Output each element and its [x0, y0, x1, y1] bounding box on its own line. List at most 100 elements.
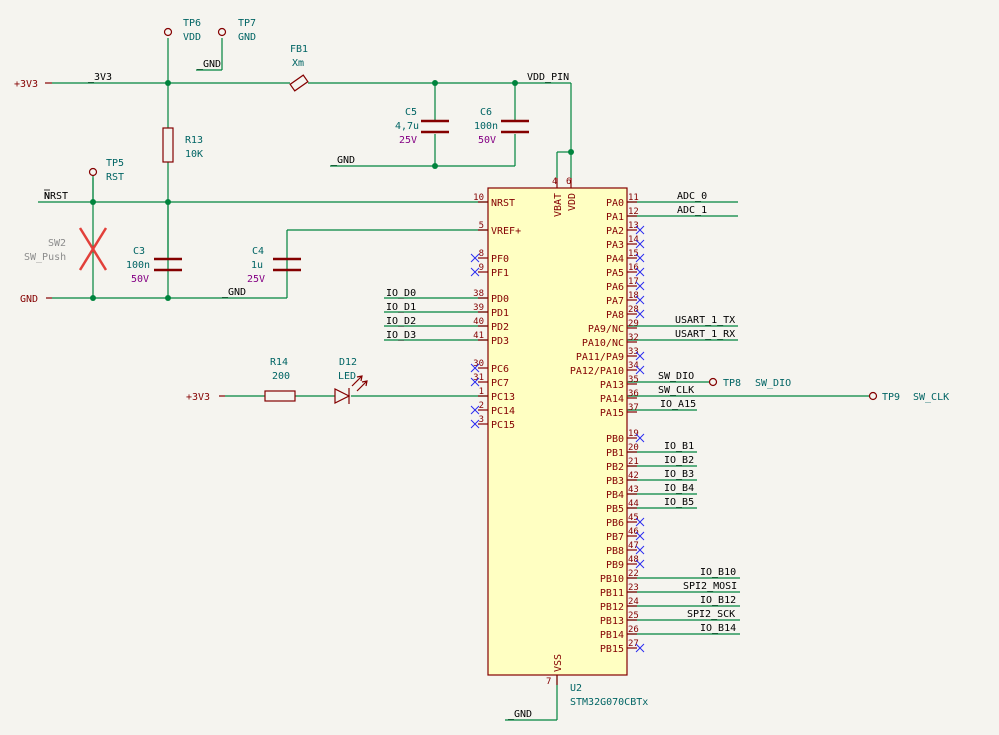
- pin-label: PC14: [491, 406, 515, 417]
- net-label-io-b14: IO_B14: [700, 623, 736, 634]
- svg-text:LED: LED: [338, 371, 356, 382]
- pin-number: 1: [479, 387, 484, 397]
- pin-number: 29: [628, 319, 639, 329]
- svg-text:1u: 1u: [251, 260, 263, 271]
- capacitor-c4[interactable]: C4 1u 25V: [247, 246, 301, 285]
- pin-number: 22: [628, 569, 639, 579]
- pin-number: 43: [628, 485, 639, 495]
- net-label-io-b3: IO_B3: [664, 469, 694, 480]
- svg-text:C4: C4: [252, 246, 264, 257]
- pin-label: PD0: [491, 294, 509, 305]
- pin-number: 40: [473, 317, 484, 327]
- net-label-io-b1: IO_B1: [664, 441, 694, 452]
- pin-label: PB12: [600, 602, 624, 613]
- net-label-io-b10: IO_B10: [700, 567, 736, 578]
- svg-text:Xm: Xm: [292, 58, 304, 69]
- net-label-usart-rx: USART_1_RX: [675, 329, 735, 340]
- svg-text:R14: R14: [270, 357, 288, 368]
- pin-number: 37: [628, 403, 639, 413]
- pin-label: VREF+: [491, 226, 521, 237]
- pin-number: 14: [628, 235, 639, 245]
- pin-label: PB5: [606, 504, 624, 515]
- pin-label: PB13: [600, 616, 624, 627]
- svg-text:TP6: TP6: [183, 18, 201, 29]
- svg-text:50V: 50V: [131, 274, 149, 285]
- net-label-spi2-sck: SPI2_SCK: [687, 609, 735, 620]
- capacitor-c5[interactable]: C5 4,7u 25V: [395, 107, 449, 146]
- pin-label: PB8: [606, 546, 624, 557]
- pin-label: PA11/PA9: [576, 352, 624, 363]
- pin-label: PA7: [606, 296, 624, 307]
- pin-number: 28: [628, 305, 639, 315]
- pin-number: 38: [473, 289, 484, 299]
- mcu-u2[interactable]: 4 6 VBAT VDD 7 VSS 10 NRST 5 VREF+ 8 PF0 9 PF1 3…: [470, 177, 648, 708]
- pin-name-vdd: VDD: [567, 193, 578, 211]
- power-3v3-left: +3V3: [14, 79, 38, 90]
- net-label-io-b2: IO_B2: [664, 455, 694, 466]
- pin-number: 17: [628, 277, 639, 287]
- svg-text:GND: GND: [238, 32, 256, 43]
- net-label-spi2-mosi: SPI2_MOSI: [683, 581, 737, 592]
- pin-number: 20: [628, 443, 639, 453]
- pin-number: 24: [628, 597, 639, 607]
- pin-number: 26: [628, 625, 639, 635]
- pin-label: PA10/NC: [582, 338, 624, 349]
- capacitor-c3[interactable]: C3 100n 50V: [126, 202, 182, 285]
- pin-label: PB6: [606, 518, 624, 529]
- pin-label: PA8: [606, 310, 624, 321]
- svg-text:VDD: VDD: [183, 32, 201, 43]
- pin-number: 12: [628, 207, 639, 217]
- pin-label: PB9: [606, 560, 624, 571]
- pin-label: NRST: [491, 198, 515, 209]
- pin-label: PF0: [491, 254, 509, 265]
- pin-label: PA1: [606, 212, 624, 223]
- svg-text:D12: D12: [339, 357, 357, 368]
- pin-num-vss: 7: [546, 677, 551, 687]
- pin-label: PD2: [491, 322, 509, 333]
- svg-text:C6: C6: [480, 107, 492, 118]
- resistor-r14[interactable]: R14 200: [264, 357, 296, 402]
- capacitor-c6[interactable]: C6 100n 50V: [474, 107, 529, 146]
- pin-label: PA14: [600, 394, 624, 405]
- pin-number: 33: [628, 347, 639, 357]
- pin-label: PB4: [606, 490, 624, 501]
- test-point-tp5[interactable]: TP5 RST: [88, 158, 125, 202]
- net-label-adc1: ADC_1: [677, 205, 707, 216]
- test-point-tp6[interactable]: TP6 VDD: [163, 18, 202, 43]
- svg-text:U2: U2: [570, 683, 582, 694]
- pin-label: PB11: [600, 588, 624, 599]
- svg-text:100n: 100n: [474, 121, 498, 132]
- pin-label: PC7: [491, 378, 509, 389]
- test-point-tp8[interactable]: TP8 SW_DIO: [708, 377, 792, 389]
- pin-label: PB0: [606, 434, 624, 445]
- pin-number: 35: [628, 375, 639, 385]
- power-3v3-led: +3V3: [186, 392, 210, 403]
- pin-number: 42: [628, 471, 639, 481]
- svg-text:TP5: TP5: [106, 158, 124, 169]
- net-label-io-b5: IO_B5: [664, 497, 694, 508]
- pin-number: 47: [628, 541, 639, 551]
- svg-text:R13: R13: [185, 135, 203, 146]
- pin-label: PA13: [600, 380, 624, 391]
- pin-number: 8: [479, 249, 484, 259]
- pin-number: 23: [628, 583, 639, 593]
- test-point-tp9[interactable]: TP9 SW_CLK: [868, 391, 950, 403]
- switch-sw2[interactable]: SW2 SW_Push: [24, 227, 108, 271]
- pin-label: PA2: [606, 226, 624, 237]
- pin-label: PD1: [491, 308, 509, 319]
- pin-number: 27: [628, 639, 639, 649]
- pin-number: 16: [628, 263, 639, 273]
- led-d12[interactable]: D12 LED: [334, 357, 368, 404]
- pin-label: PA0: [606, 198, 624, 209]
- pin-number: 36: [628, 389, 639, 399]
- pin-label: PD3: [491, 336, 509, 347]
- svg-text:SW2: SW2: [48, 238, 66, 249]
- pin-label: PB1: [606, 448, 624, 459]
- pin-label: PA12/PA10: [570, 366, 624, 377]
- test-point-tp7[interactable]: TP7 GND: [217, 18, 257, 43]
- pin-number: 2: [479, 401, 484, 411]
- pin-number: 41: [473, 331, 484, 341]
- ferrite-bead-fb1[interactable]: FB1 Xm: [289, 44, 309, 92]
- resistor-r13[interactable]: R13 10K: [162, 127, 203, 163]
- pin-label: PC13: [491, 392, 515, 403]
